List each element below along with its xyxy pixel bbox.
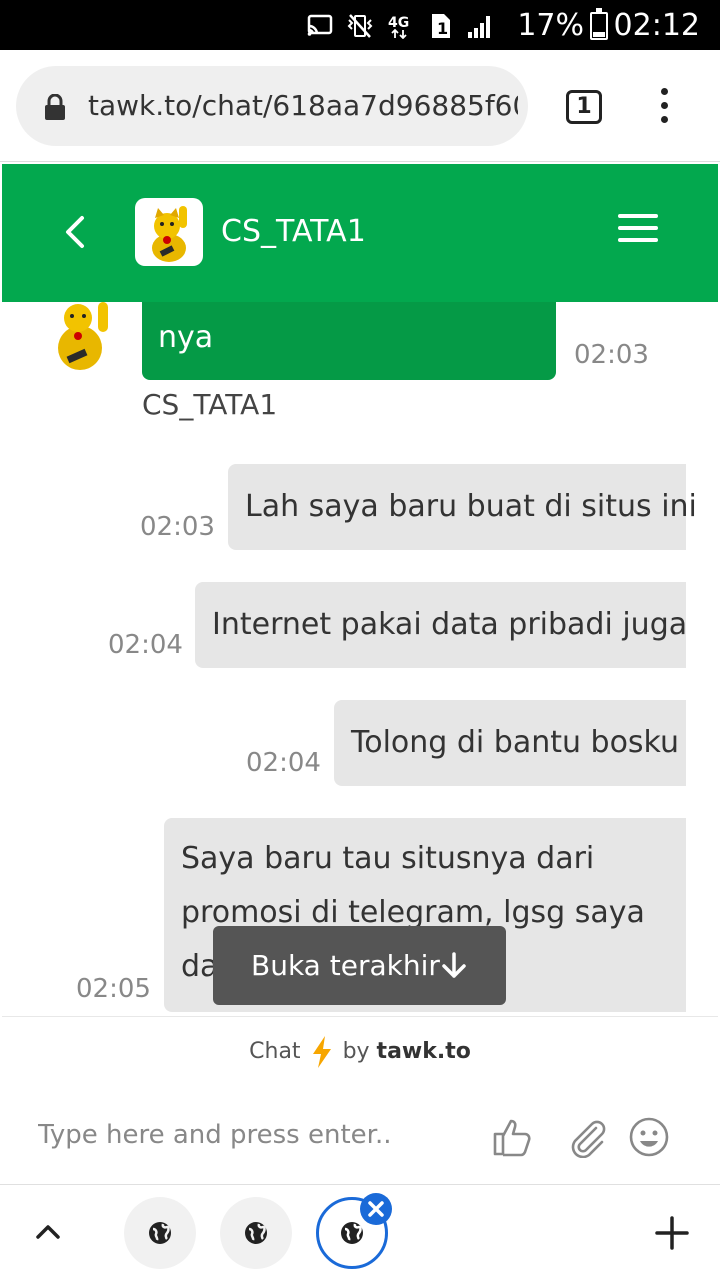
powered-prefix: Chat [249, 1039, 301, 1064]
user-message: Internet pakai data pribadi juga [195, 582, 687, 668]
user-message: Lah saya baru buat di situs ini [228, 464, 697, 550]
agent-message-avatar [46, 302, 118, 374]
cast-icon [307, 14, 333, 36]
agent-name: CS_TATA1 [221, 214, 366, 249]
user-message-time: 02:04 [246, 748, 321, 778]
chat-messages[interactable]: nya 02:03 CS_TATA1 Lah saya baru buat di… [2, 302, 718, 1016]
battery-icon [590, 8, 608, 40]
close-icon [368, 1201, 384, 1217]
tab-thumbnail[interactable] [124, 1197, 196, 1269]
status-icons: 4G 1 [306, 10, 494, 42]
attachment-icon[interactable] [566, 1116, 608, 1158]
hamburger-menu-icon[interactable] [618, 214, 658, 246]
powered-by-text: by [342, 1039, 370, 1064]
tab-thumbnail[interactable] [220, 1197, 292, 1269]
battery-percentage: 17% [517, 8, 584, 43]
new-tab-plus-icon[interactable] [654, 1215, 690, 1251]
emoji-icon[interactable] [628, 1116, 670, 1158]
vibrate-icon [347, 14, 373, 38]
message-line: Saya baru tau situsnya dari [181, 841, 595, 876]
message-input[interactable] [38, 1110, 458, 1160]
lock-icon [45, 94, 65, 120]
tab-switcher-button[interactable]: 1 [566, 90, 602, 124]
address-bar[interactable]: tawk.to/chat/618aa7d96885f60a5 [16, 66, 528, 146]
arrow-down-icon [442, 952, 466, 978]
browser-tab-strip [0, 1184, 720, 1280]
jump-to-latest-button[interactable]: Buka terakhir [213, 926, 506, 1005]
jump-to-latest-label: Buka terakhir [251, 949, 440, 982]
globe-icon [245, 1222, 267, 1244]
signal-icon [468, 16, 490, 38]
status-time: 02:12 [613, 8, 700, 43]
network-label: 4G [388, 15, 409, 31]
user-message-time: 02:03 [140, 512, 215, 542]
browser-toolbar: tawk.to/chat/618aa7d96885f60a5 1 [0, 50, 720, 162]
agent-message-time: 02:03 [574, 340, 649, 370]
thumbs-up-icon[interactable] [492, 1116, 534, 1158]
globe-icon [149, 1222, 171, 1244]
status-bar: 4G 1 17% 02:12 [0, 0, 720, 50]
user-message-time: 02:05 [76, 974, 151, 1004]
chevron-up-icon[interactable] [32, 1221, 64, 1243]
lucky-cat-icon [152, 206, 187, 262]
browser-menu-icon[interactable] [656, 88, 672, 128]
close-tab-button[interactable] [360, 1193, 392, 1225]
agent-message-sender: CS_TATA1 [142, 388, 278, 421]
powered-by[interactable]: Chat by tawk.to [2, 1016, 718, 1086]
url-text[interactable]: tawk.to/chat/618aa7d96885f60a5 [88, 86, 518, 126]
agent-message-bubble: nya [142, 302, 556, 380]
agent-avatar [135, 198, 203, 266]
user-message: Tolong di bantu bosku [334, 700, 686, 786]
sim-icon: 1 [432, 14, 450, 38]
back-arrow-icon[interactable] [58, 212, 94, 252]
lucky-cat-icon [58, 302, 108, 370]
chat-header: CS_TATA1 [2, 164, 718, 302]
message-composer [2, 1086, 718, 1184]
user-message-time: 02:04 [108, 630, 183, 660]
sim-label: 1 [437, 19, 448, 38]
lightning-bolt-icon [312, 1036, 331, 1068]
powered-brand: tawk.to [376, 1039, 471, 1064]
network-4g-icon: 4G [388, 15, 409, 39]
